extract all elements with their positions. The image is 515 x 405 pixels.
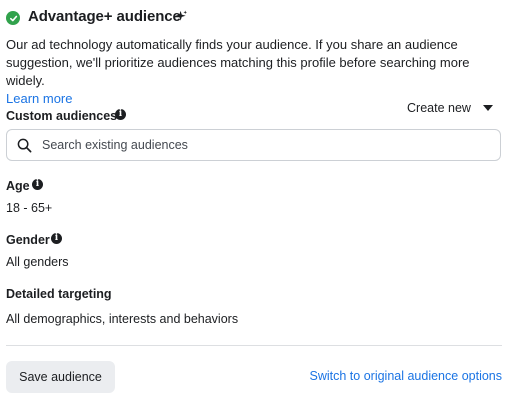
gender-value: All genders	[6, 255, 69, 269]
info-icon[interactable]: i	[32, 179, 43, 190]
learn-more-link[interactable]: Learn more	[6, 91, 72, 106]
description-text: Our ad technology automatically finds yo…	[6, 37, 470, 88]
check-circle-icon	[6, 11, 20, 25]
caret-down-icon	[482, 105, 493, 111]
detailed-targeting-value: All demographics, interests and behavior…	[6, 312, 239, 326]
section-title: Advantage+ audience	[28, 8, 181, 25]
age-value: 18 - 65+	[6, 201, 53, 215]
divider	[6, 345, 502, 346]
custom-audiences-label: Custom audiences	[6, 109, 118, 123]
create-new-label: Create new	[407, 101, 471, 115]
gender-label: Gender	[6, 233, 50, 247]
detailed-targeting-label: Detailed targeting	[6, 287, 112, 301]
search-icon	[17, 138, 32, 153]
search-input[interactable]	[42, 134, 482, 156]
info-icon[interactable]: i	[115, 109, 126, 120]
info-icon[interactable]: i	[51, 233, 62, 244]
age-label: Age	[6, 179, 30, 193]
create-new-dropdown[interactable]: Create new	[407, 101, 493, 115]
save-audience-button[interactable]: Save audience	[6, 361, 115, 393]
description: Our ad technology automatically finds yo…	[6, 36, 511, 108]
sparkle-icon	[175, 10, 188, 21]
switch-to-original-audience-link[interactable]: Switch to original audience options	[310, 369, 502, 383]
